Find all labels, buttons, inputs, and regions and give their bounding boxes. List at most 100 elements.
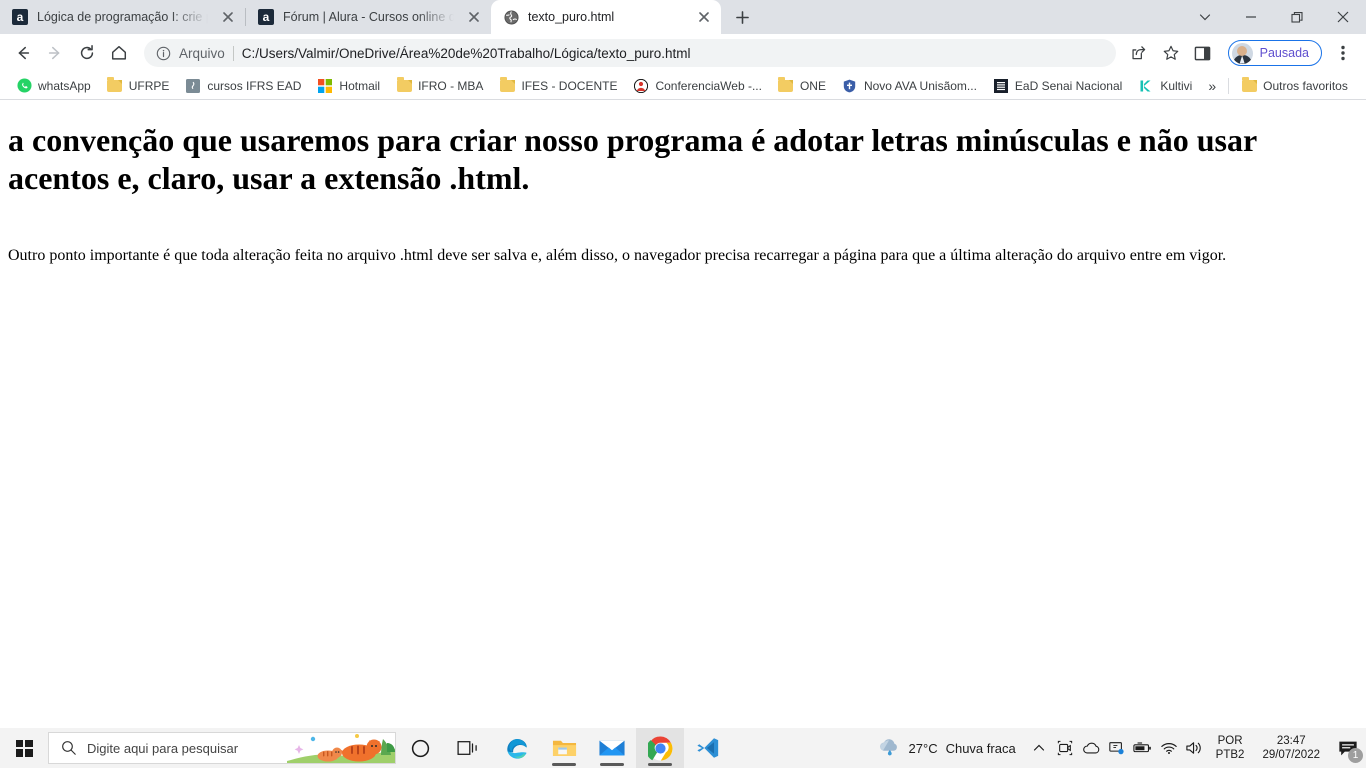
reload-button[interactable] [72,38,102,68]
system-tray: 27°C Chuva fraca POR PTB2 23:47 29/07/20… [871,728,1366,768]
bookmark-label: Kultivi [1160,78,1193,93]
bookmark-label: EaD Senai Nacional [1014,78,1123,93]
bookmark-label: cursos IFRS EAD [207,78,302,93]
bookmark-star-icon[interactable] [1156,38,1186,68]
onedrive-cloud-icon[interactable] [1078,728,1104,768]
tiger-illustration [287,733,395,763]
bookmark-label: ONE [799,78,826,93]
remote-desktop-icon[interactable] [1104,728,1130,768]
browser-tab-1[interactable]: a Lógica de programação I: crie pro [0,0,245,34]
new-tab-button[interactable] [725,0,759,34]
bookmark-ead-senai-nacional[interactable]: EaD Senai Nacional [985,75,1130,97]
bookmark-label: Hotmail [339,78,381,93]
vscode-icon[interactable] [684,728,732,768]
info-circle-icon[interactable] [156,46,171,61]
bookmarks-divider [1228,77,1230,94]
bookmark-other-favorites[interactable]: Outros favoritos [1233,75,1356,97]
site-icon [185,78,201,94]
forward-button[interactable] [40,38,70,68]
folder-icon [107,77,123,94]
bookmark-ifro-mba[interactable]: IFRO - MBA [388,75,491,97]
tab-title: Fórum | Alura - Cursos online de [283,10,454,24]
omnibox-divider [232,45,234,61]
bookmark-label: IFRO - MBA [418,78,484,93]
bookmark-kultivi[interactable]: Kultivi [1130,75,1200,97]
bookmark-ufrpe[interactable]: UFRPE [99,75,178,97]
notification-count-badge: 1 [1348,748,1363,763]
bookmark-label: whatsApp [38,78,91,93]
wifi-icon[interactable] [1156,728,1182,768]
cortana-circle-icon[interactable] [396,728,444,768]
bookmark-ifes-docente[interactable]: IFES - DOCENTE [491,75,625,97]
battery-icon[interactable] [1130,728,1156,768]
browser-toolbar: Arquivo C:/Users/Valmir/OneDrive/Área%20… [0,34,1366,72]
folder-icon [778,77,794,94]
home-button[interactable] [104,38,134,68]
browser-tab-3-active[interactable]: texto_puro.html [491,0,721,34]
microsoft-edge-icon[interactable] [492,728,540,768]
magnifier-icon [61,740,77,756]
weather-temperature: 27°C [908,740,938,756]
omnibox-url-text[interactable]: C:/Users/Valmir/OneDrive/Área%20de%20Tra… [242,46,691,61]
address-bar[interactable]: Arquivo C:/Users/Valmir/OneDrive/Área%20… [144,39,1116,67]
bookmark-cursos-ifrs-ead[interactable]: cursos IFRS EAD [177,75,309,97]
tab-search-chevron-down-icon[interactable] [1182,0,1228,34]
taskbar-search-placeholder: Digite aqui para pesquisar [87,740,239,756]
globe-icon [503,9,519,25]
profile-label: Pausada [1259,46,1309,60]
notification-icon[interactable]: 1 [1330,728,1366,768]
mail-icon[interactable] [588,728,636,768]
language-line-1: POR [1217,735,1243,747]
folder-icon [396,77,412,94]
bookmark-label: IFES - DOCENTE [521,78,618,93]
windows-start-icon[interactable] [0,728,48,768]
shield-icon [842,78,858,94]
bookmark-hotmail[interactable]: Hotmail [309,75,388,97]
tab-title: Lógica de programação I: crie pro [37,10,208,24]
clock-date: 29/07/2022 [1262,749,1320,761]
bookmarks-overflow-button[interactable]: » [1200,75,1224,97]
bookmark-novo-ava-unisaom[interactable]: Novo AVA Unisãom... [834,75,985,97]
taskbar-search-input[interactable]: Digite aqui para pesquisar [48,732,396,764]
three-dot-menu-icon[interactable] [1328,38,1358,68]
language-indicator[interactable]: POR PTB2 [1208,728,1253,768]
language-line-2: PTB2 [1215,749,1245,761]
bookmark-conferenciaweb[interactable]: ConferenciaWeb -... [625,75,770,97]
page-paragraph: Outro ponto importante é que toda altera… [8,246,1227,264]
tab-title: texto_puro.html [528,10,615,24]
rain-cloud-icon [877,738,901,758]
bookmark-label: ConferenciaWeb -... [655,78,762,93]
alura-a-icon: a [12,9,28,25]
browser-tab-2[interactable]: a Fórum | Alura - Cursos online de [246,0,491,34]
bookmark-whatsapp[interactable]: whatsApp [8,75,99,97]
camera-icon[interactable] [1052,728,1078,768]
bookmark-one[interactable]: ONE [770,75,834,97]
weather-widget[interactable]: 27°C Chuva fraca [871,728,1026,768]
close-icon[interactable] [463,6,485,28]
bookmark-label: UFRPE [128,78,170,93]
minimize-button[interactable] [1228,0,1274,34]
google-chrome-icon[interactable] [636,728,684,768]
maximize-restore-button[interactable] [1274,0,1320,34]
file-explorer-icon[interactable] [540,728,588,768]
close-icon[interactable] [217,6,239,28]
back-button[interactable] [8,38,38,68]
clock[interactable]: 23:47 29/07/2022 [1252,728,1330,768]
weather-condition: Chuva fraca [945,740,1016,756]
bookmark-label: Novo AVA Unisãom... [863,78,977,93]
whatsapp-icon [16,78,32,94]
windows-taskbar: Digite aqui para pesquisar 27°C Chuva fr… [0,728,1366,768]
task-view-icon[interactable] [444,728,492,768]
page-heading: a convenção que usaremos para criar noss… [8,122,1257,196]
chevron-up-icon[interactable] [1026,728,1052,768]
tab-strip: a Lógica de programação I: crie pro a Fó… [0,0,1366,34]
close-window-button[interactable] [1320,0,1366,34]
avatar [1231,42,1253,64]
side-panel-icon[interactable] [1188,38,1218,68]
page-content: a convenção que usaremos para criar noss… [0,101,1366,728]
volume-icon[interactable] [1182,728,1208,768]
profile-chip[interactable]: Pausada [1227,40,1322,66]
bookmark-label: Outros favoritos [1263,78,1348,93]
share-icon[interactable] [1124,38,1154,68]
close-icon[interactable] [693,6,715,28]
